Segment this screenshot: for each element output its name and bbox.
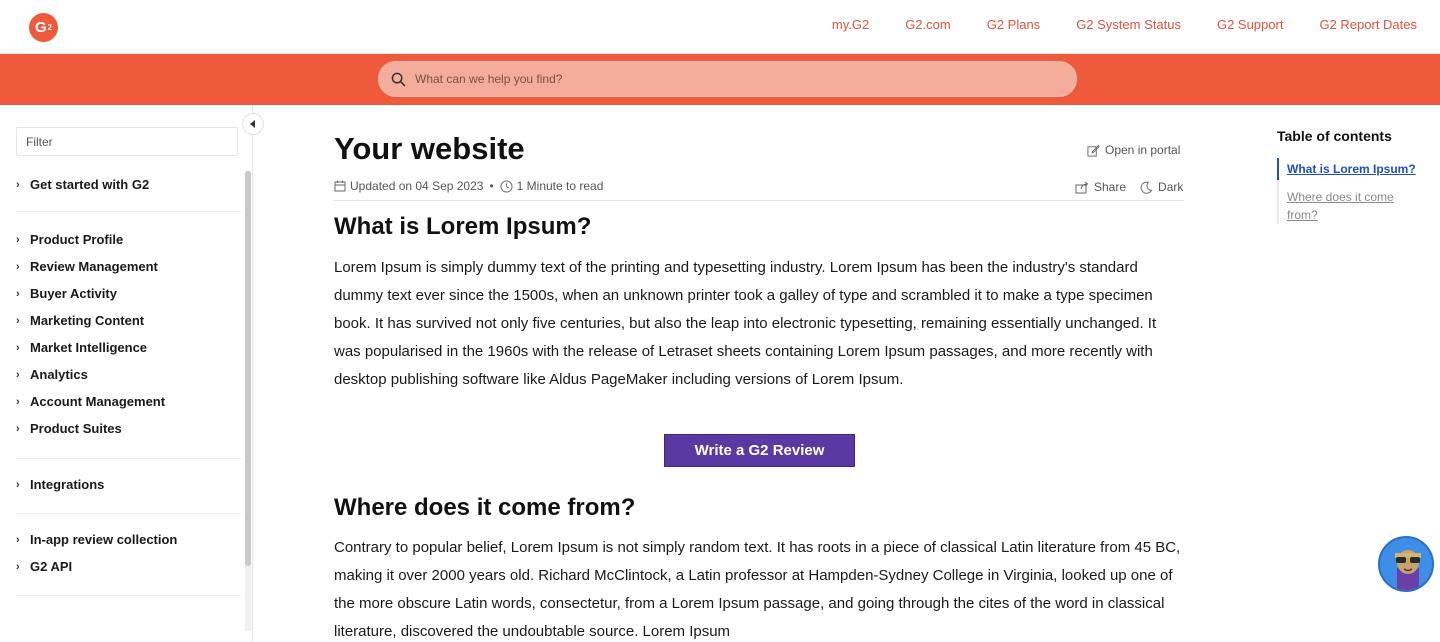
chevron-right-icon: › [16,422,20,435]
sidebar-item-get-started[interactable]: › Get started with G2 [16,177,149,192]
write-review-button[interactable]: Write a G2 Review [664,434,855,467]
sidebar-item-marketing-content[interactable]: › Marketing Content [16,313,144,328]
nav-link-report-dates[interactable]: G2 Report Dates [1319,17,1417,32]
read-time: 1 Minute to read [516,179,604,193]
toc-title: Table of contents [1277,128,1392,144]
chevron-right-icon: › [16,560,20,573]
chevron-right-icon: › [16,395,20,408]
top-nav: my.G2 G2.com G2 Plans G2 System Status G… [832,17,1417,32]
search-band [0,54,1440,105]
toc-item-where-does-it-come-from[interactable]: Where does it come from? [1279,188,1417,224]
sidebar-item-account-management[interactable]: › Account Management [16,394,165,409]
section-heading: What is Lorem Ipsum? [334,213,592,240]
section-heading: Where does it come from? [334,494,636,521]
nav-link-my-g2[interactable]: my.G2 [832,17,869,32]
chevron-right-icon: › [16,368,20,381]
calendar-icon [334,180,346,192]
sidebar-item-g2-api[interactable]: › G2 API [16,559,72,574]
sidebar-divider [16,211,241,212]
dark-mode-toggle[interactable]: Dark [1140,180,1183,194]
collapse-sidebar-button[interactable] [242,113,264,135]
nav-link-support[interactable]: G2 Support [1217,17,1284,32]
mascot-icon [1395,550,1421,590]
sidebar-item-market-intelligence[interactable]: › Market Intelligence [16,340,147,355]
sidebar-item-review-management[interactable]: › Review Management [16,259,158,274]
chevron-right-icon: › [16,260,20,273]
chevron-right-icon: › [16,314,20,327]
g2-logo[interactable]: G2 [29,13,58,42]
chevron-right-icon: › [16,533,20,546]
chevron-right-icon: › [16,478,20,491]
page-title: Your website [334,131,525,166]
sidebar-item-analytics[interactable]: › Analytics [16,367,88,382]
toc-item-what-is-lorem-ipsum[interactable]: What is Lorem Ipsum? [1277,158,1417,180]
nav-link-g2-plans[interactable]: G2 Plans [987,17,1040,32]
chevron-left-icon [250,120,255,128]
filter-input[interactable] [16,127,238,156]
sidebar-item-integrations[interactable]: › Integrations [16,477,104,492]
sidebar-item-product-profile[interactable]: › Product Profile [16,232,123,247]
table-of-contents: What is Lorem Ipsum? Where does it come … [1277,158,1417,224]
top-bar: G2 my.G2 G2.com G2 Plans G2 System Statu… [0,0,1440,54]
sidebar-divider [16,458,241,459]
header-divider [334,200,1184,201]
sidebar-item-product-suites[interactable]: › Product Suites [16,421,122,436]
sidebar-item-buyer-activity[interactable]: › Buyer Activity [16,286,117,301]
sidebar: ›Get started with G2 ›Product Profile ›R… [0,105,253,642]
nav-link-system-status[interactable]: G2 System Status [1076,17,1181,32]
clock-icon [500,179,513,193]
chevron-right-icon: › [16,287,20,300]
updated-date: Updated on 04 Sep 2023 [350,179,484,193]
chevron-right-icon: › [16,178,20,191]
chat-assistant-avatar[interactable] [1378,536,1434,592]
chevron-right-icon: › [16,341,20,354]
search-input[interactable] [415,72,1015,86]
search-box[interactable] [378,61,1077,97]
nav-link-g2-com[interactable]: G2.com [905,17,951,32]
article-actions: Share Dark [1075,180,1183,194]
search-icon [391,72,406,86]
section-paragraph: Contrary to popular belief, Lorem Ipsum … [334,539,1181,640]
open-in-portal-link[interactable]: Open in portal [1087,143,1180,157]
chevron-right-icon: › [16,233,20,246]
sidebar-scrollbar-thumb[interactable] [245,171,251,566]
moon-icon [1140,181,1153,194]
share-button[interactable]: Share [1075,180,1126,194]
sidebar-item-in-app-review[interactable]: › In-app review collection [16,532,177,547]
section-paragraph: Lorem Ipsum is simply dummy text of the … [334,259,1157,388]
sidebar-divider [16,513,241,514]
meta-separator: • [489,179,494,193]
share-icon [1075,181,1089,193]
sidebar-divider [16,595,241,596]
edit-icon [1087,144,1100,157]
article-meta: Updated on 04 Sep 2023 • 1 Minute to rea… [334,179,603,193]
